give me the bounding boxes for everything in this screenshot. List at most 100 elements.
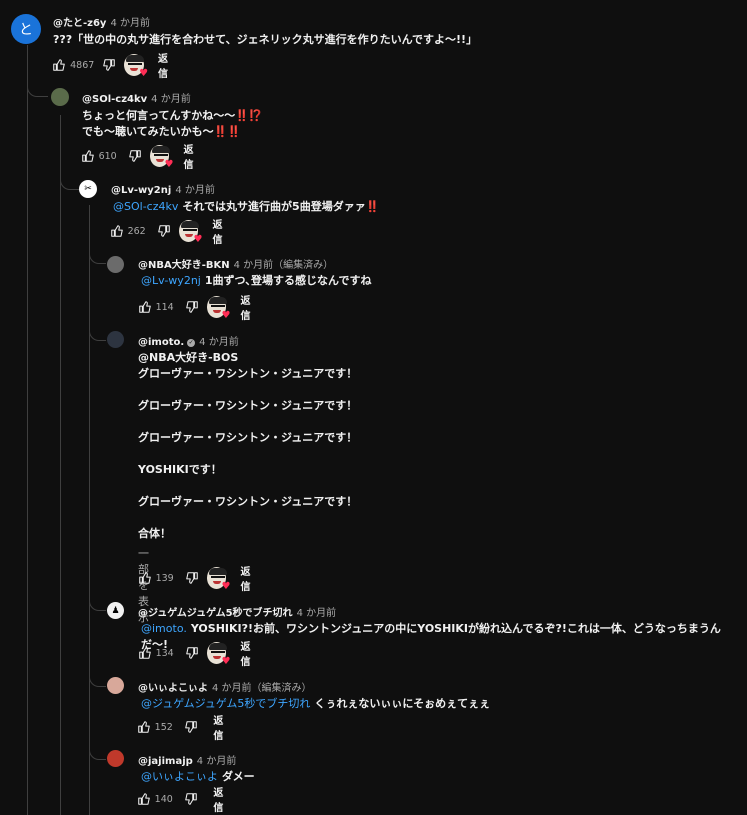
author-name[interactable]: @ジュゲムジュゲム5秒でブチ切れ <box>138 608 293 619</box>
comment-time[interactable]: 4 か月前 <box>199 337 239 348</box>
thread-elbow <box>89 595 106 611</box>
comment-text: ???「世の中の丸サ進行を合わせて、ジェネリック丸サ進行を作りたいんですよ〜!!… <box>53 33 478 46</box>
like-icon[interactable] <box>108 221 126 241</box>
creator-heart-icon: ♥ <box>207 296 230 321</box>
author-name[interactable]: @SOl-cz4kv <box>82 94 147 105</box>
dislike-icon[interactable] <box>184 643 202 663</box>
like-count: 140 <box>154 793 173 805</box>
like-icon[interactable] <box>136 789 153 809</box>
like-icon[interactable] <box>136 643 154 663</box>
reply-button[interactable]: 返信 <box>212 216 230 246</box>
avatar[interactable] <box>107 677 124 694</box>
thread-elbow <box>27 78 48 97</box>
creator-heart-icon: ♥ <box>179 220 202 245</box>
comment-text: @Lv-wy2nj 1曲ずつ､登場する感じなんですね <box>141 273 731 289</box>
comment-meta: @SOl-cz4kv 4 か月前 <box>82 90 191 105</box>
thread-elbow <box>89 670 106 687</box>
dislike-icon[interactable] <box>127 146 145 166</box>
comment-actions: 114 ♥ 返信 <box>136 296 258 322</box>
like-icon[interactable] <box>50 55 68 75</box>
dislike-icon[interactable] <box>100 55 118 75</box>
comment-body: 1曲ずつ､登場する感じなんですね <box>204 274 372 287</box>
like-icon[interactable] <box>136 568 154 588</box>
dislike-icon[interactable] <box>183 717 200 737</box>
avatar[interactable]: ♟ <box>107 602 124 619</box>
thread-elbow <box>89 745 106 760</box>
avatar[interactable] <box>107 331 124 348</box>
thread-elbow <box>60 170 79 190</box>
author-name[interactable]: @たと-z6y <box>53 18 106 29</box>
reply-button[interactable]: 返信 <box>213 712 230 742</box>
thread-elbow <box>89 245 106 264</box>
comment-text: @ジュゲムジュゲム5秒でブチ切れ くぅれぇないぃぃにそぉめぇてぇぇ <box>141 696 741 712</box>
like-icon[interactable] <box>136 717 153 737</box>
reply-button[interactable]: 返信 <box>240 292 258 322</box>
creator-heart-icon: ♥ <box>207 642 230 667</box>
comment-meta: @いぃよこぃよ 4 か月前（編集済み） <box>138 679 312 694</box>
author-name[interactable]: @jajimajp <box>138 756 193 767</box>
edited-label: （編集済み） <box>251 683 312 694</box>
avatar[interactable] <box>107 750 124 767</box>
like-count: 610 <box>98 150 117 162</box>
creator-heart-icon: ♥ <box>207 567 230 592</box>
dislike-icon[interactable] <box>184 297 202 317</box>
mention-link[interactable]: @ジュゲムジュゲム5秒でブチ切れ <box>141 697 310 710</box>
comment-meta: @Lv-wy2nj 4 か月前 <box>111 181 215 196</box>
mention-link[interactable]: @Lv-wy2nj <box>141 274 201 287</box>
comment-time[interactable]: 4 か月前 <box>212 683 252 694</box>
comment-time[interactable]: 4 か月前 <box>197 756 237 767</box>
dislike-icon[interactable] <box>184 568 202 588</box>
author-name[interactable]: @いぃよこぃよ <box>138 683 208 694</box>
avatar[interactable]: ✂ <box>79 180 97 198</box>
author-name[interactable]: @Lv-wy2nj <box>111 185 171 196</box>
author-name[interactable]: @imoto. <box>138 337 184 348</box>
avatar[interactable]: と <box>11 14 41 44</box>
comment-time[interactable]: 4 か月前 <box>234 260 274 271</box>
comment-meta: @jajimajp 4 か月前 <box>138 752 236 767</box>
reply-button[interactable]: 返信 <box>213 784 230 814</box>
avatar[interactable] <box>51 88 69 106</box>
comment-time[interactable]: 4 か月前 <box>297 608 337 619</box>
comment-actions: 152 返信 <box>136 716 230 742</box>
comment-time[interactable]: 4 か月前 <box>151 94 191 105</box>
comment-meta: @たと-z6y 4 か月前 <box>53 14 150 29</box>
comment-body: それでは丸サ進行曲が5曲登場ダァァ‼️ <box>182 200 380 213</box>
comment-time[interactable]: 4 か月前 <box>175 185 215 196</box>
comment-body: ダメー <box>222 770 255 783</box>
comment-actions: 140 返信 <box>136 788 230 814</box>
edited-label: （編集済み） <box>273 260 334 271</box>
comment-text: @NBA大好き-BOS グローヴァー・ワシントン・ジュニアです！ グローヴァー・… <box>138 351 358 540</box>
like-icon[interactable] <box>136 297 154 317</box>
reply-button[interactable]: 返信 <box>240 563 258 593</box>
comment-time[interactable]: 4 か月前 <box>110 18 150 29</box>
like-icon[interactable] <box>79 146 97 166</box>
comment-meta: @imoto. ✓ 4 か月前 <box>138 333 239 348</box>
reply-button[interactable]: 返信 <box>183 141 201 171</box>
reply-button[interactable]: 返信 <box>158 50 176 80</box>
thread-elbow <box>89 320 106 341</box>
comment-actions: 262 ♥ 返信 <box>108 220 230 246</box>
verified-icon: ✓ <box>187 339 196 347</box>
creator-heart-icon: ♥ <box>124 54 148 79</box>
thread-line-3 <box>89 205 90 815</box>
comment-actions: 139 ♥ 返信 <box>136 567 258 593</box>
mention-link[interactable]: @imoto. <box>141 622 187 635</box>
comment-meta: @ジュゲムジュゲム5秒でブチ切れ 4 か月前 <box>138 604 336 619</box>
dislike-icon[interactable] <box>156 221 174 241</box>
mention-link[interactable]: @SOl-cz4kv <box>113 200 178 213</box>
mention-link[interactable]: @いぃよこぃよ <box>141 770 218 783</box>
like-count: 114 <box>155 301 174 313</box>
dislike-icon[interactable] <box>183 789 200 809</box>
comment-actions: 610 ♥ 返信 <box>79 145 201 171</box>
creator-heart-icon: ♥ <box>150 145 173 170</box>
like-count: 134 <box>155 647 174 659</box>
avatar[interactable] <box>107 256 124 273</box>
like-count: 139 <box>155 572 174 584</box>
like-count: 152 <box>154 721 173 733</box>
like-count: 262 <box>127 225 146 237</box>
reply-button[interactable]: 返信 <box>240 638 258 668</box>
comment-actions: 134 ♥ 返信 <box>136 642 258 668</box>
comment-meta: @NBA大好き-BKN 4 か月前（編集済み） <box>138 256 333 271</box>
comment-body: くぅれぇないぃぃにそぉめぇてぇぇ <box>314 697 491 710</box>
author-name[interactable]: @NBA大好き-BKN <box>138 260 230 271</box>
